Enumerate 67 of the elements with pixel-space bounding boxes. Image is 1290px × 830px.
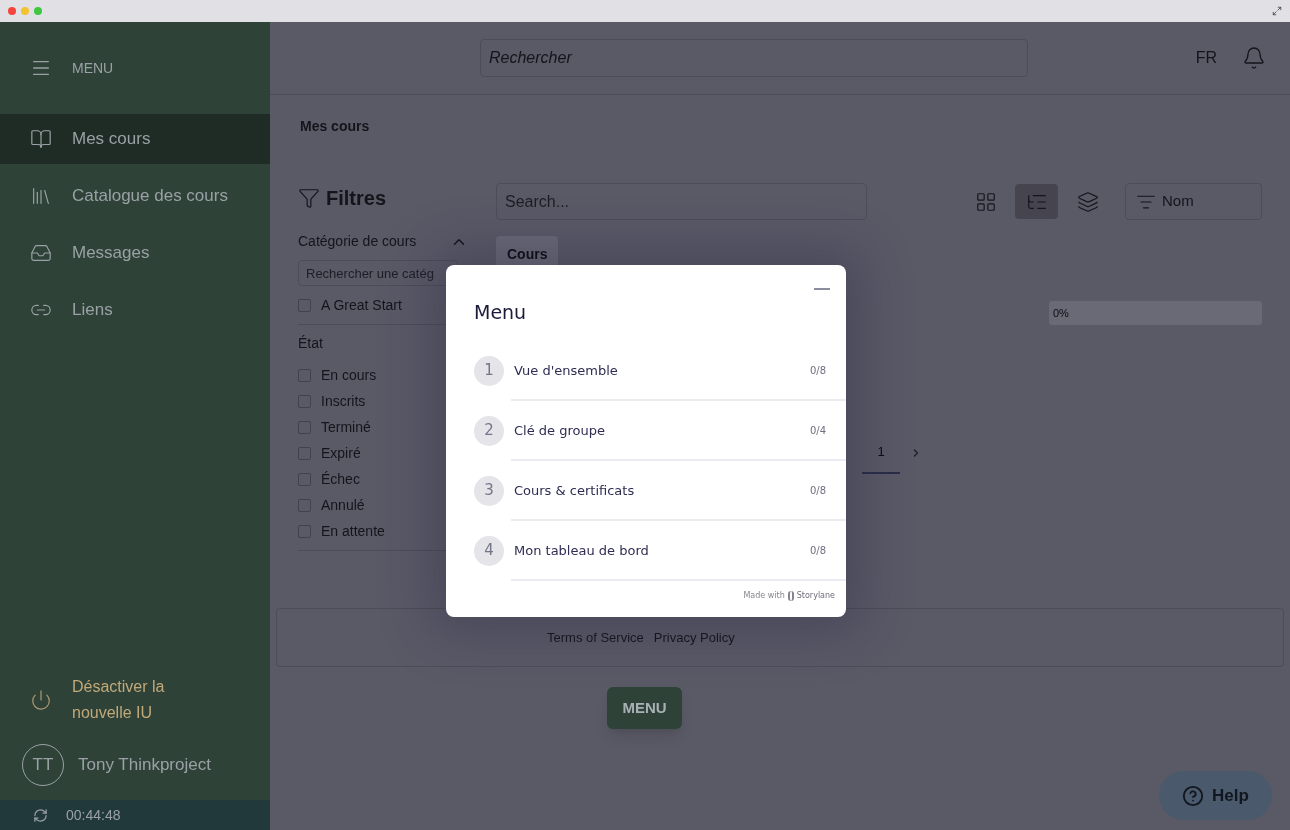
filter-option-label: A Great Start: [321, 295, 402, 315]
step-count: 0/8: [809, 364, 826, 378]
help-icon: [1182, 784, 1205, 807]
filter-option-label: En cours: [321, 365, 377, 385]
checkbox[interactable]: [298, 446, 311, 460]
menu-step-link[interactable]: Vue d'ensemble: [514, 360, 618, 381]
sidebar-item[interactable]: Catalogue des cours: [0, 171, 270, 221]
menu-step-link[interactable]: Cours & certificats: [514, 480, 635, 501]
filter-option-label: Terminé: [321, 417, 371, 437]
checkbox[interactable]: [298, 394, 311, 408]
sort-dropdown[interactable]: Nom: [1125, 183, 1262, 220]
language-selector[interactable]: FR: [1195, 46, 1217, 70]
grid-view-icon: [974, 190, 997, 213]
filters-title: Filtres: [326, 186, 387, 211]
brand-name[interactable]: Storylane: [796, 589, 835, 602]
category-search-field[interactable]: Rechercher une catég: [298, 260, 458, 286]
sidebar-item[interactable]: Messages: [0, 228, 270, 278]
step-number: 1: [474, 355, 504, 386]
checkbox[interactable]: [298, 524, 311, 538]
minimize-icon[interactable]: [814, 288, 830, 290]
menu-step-link[interactable]: Mon tableau de bord: [514, 540, 649, 561]
books-icon: [30, 185, 52, 207]
progress-reading: 0%: [1053, 305, 1069, 321]
checkbox[interactable]: [298, 472, 311, 486]
step-count: 0/8: [809, 484, 826, 498]
credit-text: Made with: [743, 589, 785, 602]
step-count: 0/4: [809, 424, 826, 438]
filter-option-label: Expiré: [321, 443, 361, 463]
notification-bell-icon[interactable]: [1242, 46, 1266, 70]
filter-option-label: Inscrits: [321, 391, 366, 411]
step-number: 2: [474, 415, 504, 446]
step-number: 3: [474, 475, 504, 506]
site-search-field[interactable]: Rechercher: [480, 39, 1028, 77]
menu-step-link[interactable]: Clé de groupe: [514, 420, 605, 441]
filter-section-title: État: [298, 334, 323, 353]
filter-option-label: En attente: [321, 521, 385, 541]
book-icon: [30, 128, 52, 150]
checkbox[interactable]: [298, 368, 311, 382]
menu-button[interactable]: MENU: [607, 687, 682, 729]
sidebar-item[interactable]: Mes cours: [0, 114, 270, 164]
expand-icon[interactable]: [1272, 6, 1282, 16]
filter-icon: [298, 187, 320, 209]
help-button[interactable]: Help: [1159, 771, 1272, 820]
view-toggle[interactable]: [1015, 184, 1058, 219]
footer-link[interactable]: Terms of Service: [547, 627, 644, 648]
user-name: Tony Thinkproject: [78, 754, 211, 777]
filter-option-label: Annulé: [321, 495, 365, 515]
sidebar-item[interactable]: Liens: [0, 285, 270, 335]
menu-label: MENU: [72, 58, 114, 78]
inbox-icon: [30, 242, 52, 264]
filter-option-label: Échec: [321, 469, 360, 489]
checkbox[interactable]: [298, 420, 311, 434]
breadcrumb[interactable]: Mes cours: [300, 118, 370, 134]
step-number: 4: [474, 535, 504, 566]
refresh-icon[interactable]: [33, 807, 48, 823]
layers-icon: [1076, 190, 1099, 213]
session-timer: 00:44:48: [66, 805, 121, 825]
filter-section-title: Catégorie de cours: [298, 232, 417, 251]
page-number[interactable]: 1: [862, 432, 900, 474]
step-count: 0/8: [809, 544, 826, 558]
deactivate-link[interactable]: Désactiver la nouvelle IU: [72, 674, 202, 726]
checkbox[interactable]: [298, 498, 311, 512]
power-icon: [30, 689, 52, 711]
footer-link[interactable]: Privacy Policy: [653, 627, 735, 648]
checkbox[interactable]: [298, 298, 311, 312]
dialog-title: Menu: [474, 300, 527, 325]
course-search-field[interactable]: Search...: [496, 183, 867, 220]
